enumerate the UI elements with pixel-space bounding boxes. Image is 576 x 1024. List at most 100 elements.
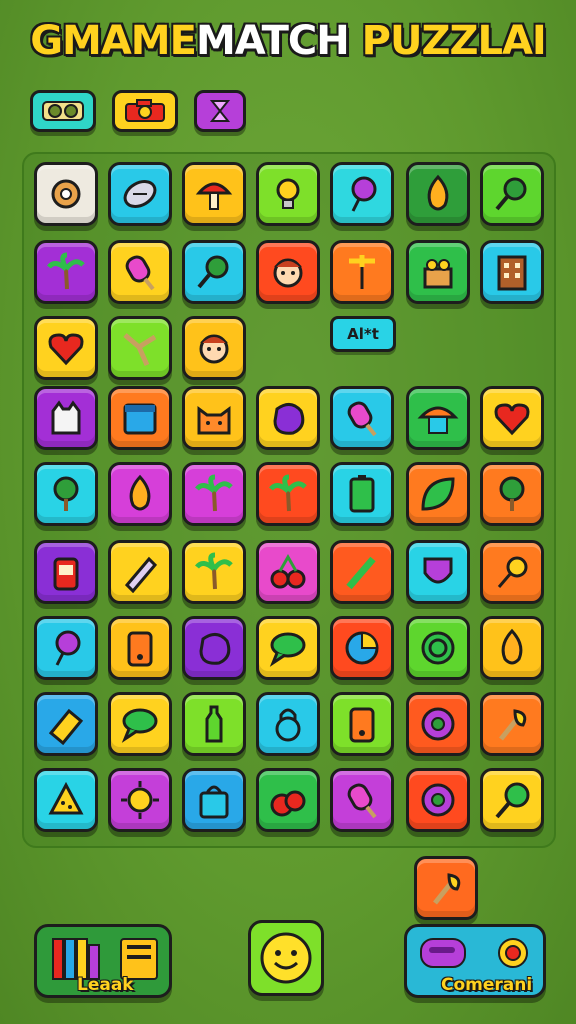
board-tile[interactable]	[406, 540, 470, 604]
blob-icon	[273, 403, 305, 435]
shield-icon	[423, 557, 453, 584]
pie-chart-icon	[345, 631, 379, 665]
mushroom-icon	[195, 182, 233, 210]
spiral-icon	[421, 631, 455, 665]
board-tile[interactable]	[406, 692, 470, 756]
bag-icon	[199, 785, 229, 819]
board-tile[interactable]	[108, 462, 172, 526]
board-tile[interactable]	[182, 462, 246, 526]
speech-bubble-icon	[269, 632, 306, 667]
board-tile[interactable]	[406, 768, 470, 832]
eye-icon	[421, 707, 455, 741]
board-tile[interactable]	[108, 540, 172, 604]
football-icon	[123, 180, 157, 208]
board-tile[interactable]	[406, 386, 470, 450]
board-tile[interactable]	[34, 616, 98, 680]
hourglass-button[interactable]	[194, 90, 246, 132]
board-tile[interactable]	[480, 462, 544, 526]
board-tile[interactable]	[108, 240, 172, 304]
board-tile[interactable]	[34, 240, 98, 304]
board-tile[interactable]	[406, 616, 470, 680]
tape-icon	[42, 101, 84, 121]
heart-icon	[494, 403, 530, 436]
board-tile[interactable]	[406, 162, 470, 226]
top-toolbar	[30, 90, 246, 132]
phone-icon	[349, 707, 375, 743]
board-tile[interactable]	[330, 768, 394, 832]
jar-icon	[53, 557, 79, 591]
board-tile[interactable]	[480, 162, 544, 226]
board-tile[interactable]	[182, 540, 246, 604]
torch-icon	[433, 873, 461, 905]
board-tile[interactable]	[330, 240, 394, 304]
lock-icon	[275, 708, 301, 742]
board-tile[interactable]	[256, 692, 320, 756]
board-tile[interactable]	[256, 768, 320, 832]
title-part-2: MATCH	[195, 18, 350, 64]
board-tile[interactable]	[182, 768, 246, 832]
board-tile[interactable]	[256, 616, 320, 680]
smiley-icon	[260, 932, 312, 984]
leaderboard-button[interactable]: Leaak	[34, 924, 172, 998]
board-tile[interactable]	[182, 240, 246, 304]
title-part-1: GMAME	[30, 18, 197, 64]
board-tile[interactable]	[406, 462, 470, 526]
popsicle-icon	[347, 401, 377, 437]
tape-button[interactable]	[30, 90, 96, 132]
board-tile[interactable]	[330, 386, 394, 450]
board-tile[interactable]	[182, 316, 246, 380]
board-tile[interactable]	[34, 316, 98, 380]
board-tile[interactable]	[34, 386, 98, 450]
board-tile[interactable]	[108, 386, 172, 450]
cat-ghost-icon	[51, 400, 81, 435]
board-tile[interactable]	[256, 162, 320, 226]
board-tile[interactable]	[108, 692, 172, 756]
board-tile[interactable]	[34, 162, 98, 226]
board-tile[interactable]	[330, 462, 394, 526]
board-tile[interactable]	[34, 692, 98, 756]
board-tile[interactable]	[330, 616, 394, 680]
board-tile[interactable]	[256, 540, 320, 604]
crate-icon	[423, 259, 453, 289]
board-tile[interactable]	[182, 386, 246, 450]
board-tile[interactable]	[108, 768, 172, 832]
popsicle-icon	[347, 783, 377, 819]
comment-label: Comerani	[441, 975, 533, 995]
board-tile[interactable]	[256, 462, 320, 526]
brush-icon	[346, 556, 376, 590]
board-tile[interactable]	[182, 162, 246, 226]
board-tile[interactable]	[480, 616, 544, 680]
board-tile[interactable]	[330, 540, 394, 604]
comment-button[interactable]: Comerani	[404, 924, 546, 998]
calendar-icon	[123, 403, 157, 435]
board-tile[interactable]	[182, 692, 246, 756]
board-tile[interactable]	[256, 240, 320, 304]
board-tile[interactable]	[330, 692, 394, 756]
board-tile[interactable]	[108, 316, 172, 380]
torch-icon	[499, 709, 527, 741]
flame-icon	[129, 474, 151, 511]
board-tile[interactable]	[34, 768, 98, 832]
board-tile[interactable]	[256, 386, 320, 450]
board-tile[interactable]	[34, 540, 98, 604]
palm-tree-icon	[47, 252, 85, 290]
branch-icon	[123, 333, 157, 367]
tree-icon	[53, 476, 79, 511]
board-tile[interactable]	[480, 692, 544, 756]
board-tile[interactable]	[182, 616, 246, 680]
extra-tile[interactable]	[414, 856, 478, 920]
board-tile[interactable]	[34, 462, 98, 526]
board-chip[interactable]: Al*t	[330, 316, 396, 352]
board-tile[interactable]	[108, 162, 172, 226]
board-tile[interactable]	[480, 240, 544, 304]
smiley-button[interactable]	[248, 920, 324, 996]
board-tile[interactable]	[108, 616, 172, 680]
board-tile[interactable]	[480, 386, 544, 450]
game-title: GMAMEMATCH PUZZLAI	[0, 18, 576, 64]
board-tile[interactable]	[406, 240, 470, 304]
camera-button[interactable]	[112, 90, 178, 132]
board-tile[interactable]	[480, 768, 544, 832]
board-tile[interactable]	[480, 540, 544, 604]
board-tile[interactable]	[330, 162, 394, 226]
leaf-icon	[421, 477, 455, 511]
